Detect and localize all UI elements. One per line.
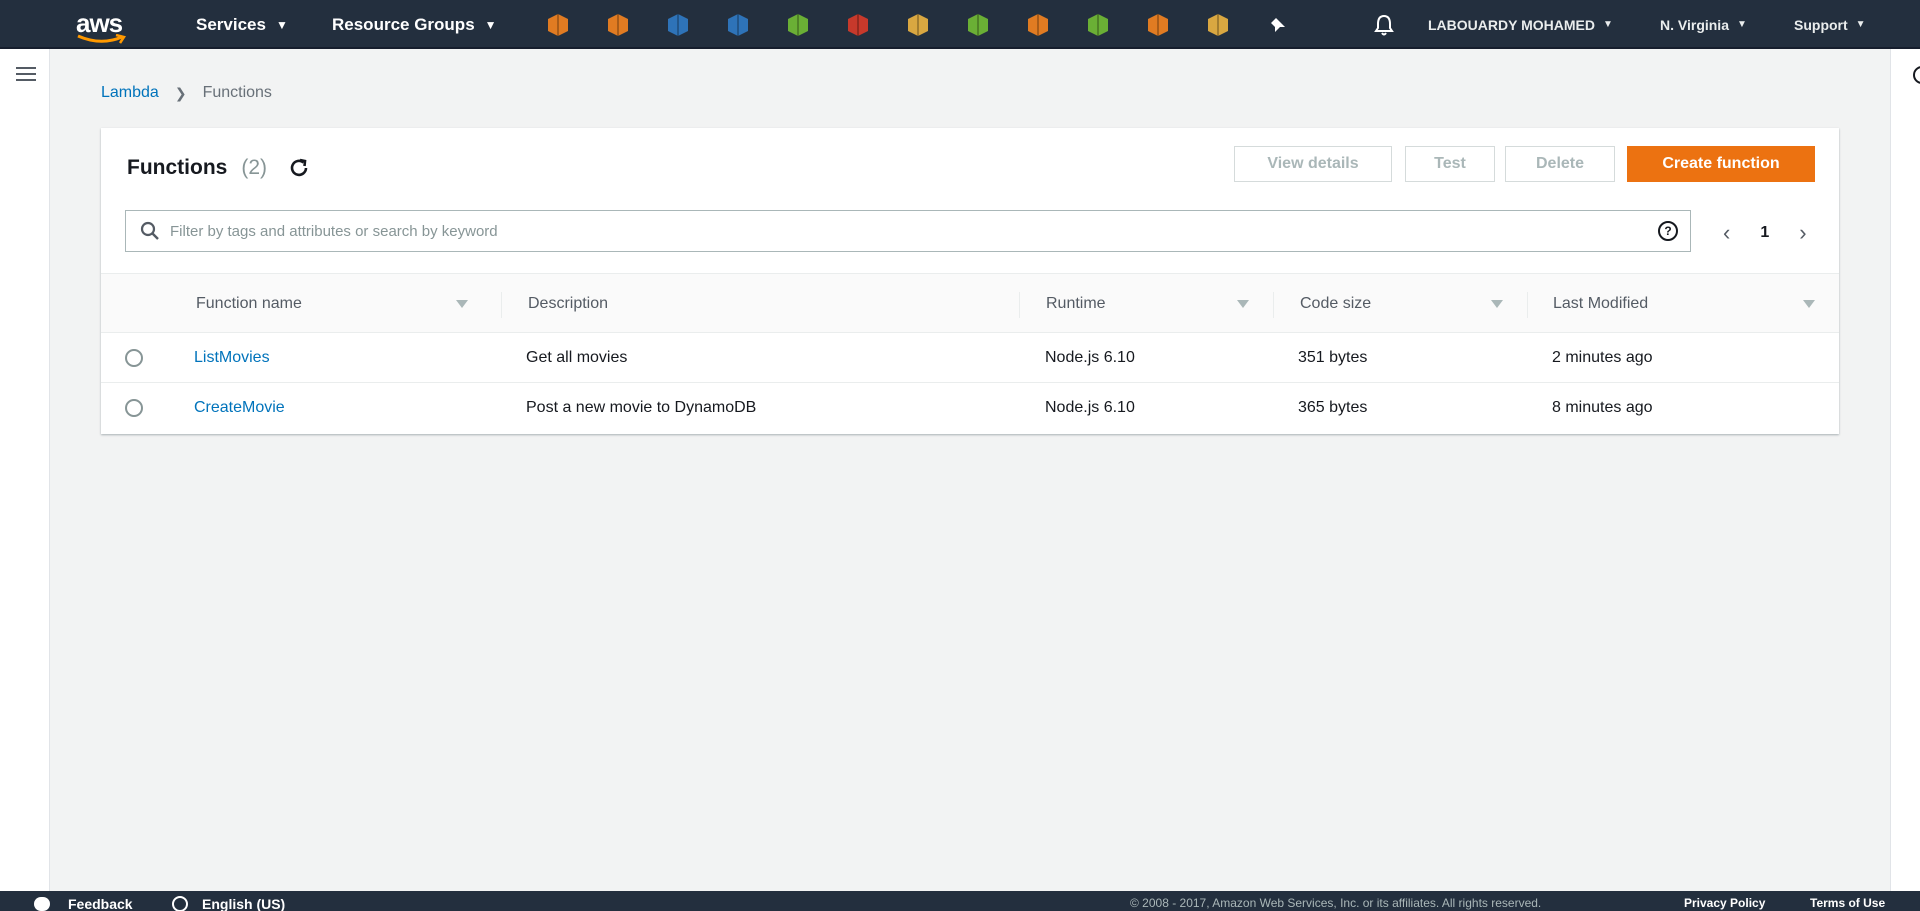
next-page-icon[interactable]: › <box>1799 220 1806 246</box>
resource-groups-menu[interactable]: Resource Groups ▼ <box>332 0 497 49</box>
column-label: Runtime <box>1046 295 1106 312</box>
account-menu[interactable]: LABOUARDY MOHAMED ▼ <box>1428 0 1613 49</box>
function-code-size: 351 bytes <box>1298 349 1368 366</box>
column-label: Description <box>528 295 609 312</box>
copyright-text: © 2008 - 2017, Amazon Web Services, Inc.… <box>1130 896 1542 910</box>
page-title: Functions <box>127 156 228 179</box>
column-header-runtime[interactable]: Runtime <box>1046 274 1106 334</box>
language-selector[interactable]: English (US) <box>172 896 285 911</box>
cloudfront-icon[interactable] <box>1025 12 1051 38</box>
column-label: Last Modified <box>1553 295 1649 312</box>
functions-panel: Functions (2) View details Test Delete C… <box>101 128 1839 434</box>
function-count: (2) <box>241 156 267 179</box>
iam-icon[interactable] <box>965 12 991 38</box>
info-icon[interactable]: i <box>1913 66 1920 84</box>
bell-icon <box>1374 14 1394 35</box>
breadcrumb-lambda-link[interactable]: Lambda <box>101 84 159 102</box>
previous-page-icon[interactable]: ‹ <box>1723 220 1730 246</box>
view-details-button[interactable]: View details <box>1234 146 1392 182</box>
test-button[interactable]: Test <box>1405 146 1495 182</box>
pin-icon[interactable] <box>1265 12 1291 38</box>
caret-down-icon: ▼ <box>1736 19 1747 30</box>
cloudwatch-icon[interactable] <box>785 12 811 38</box>
sort-down-icon <box>1237 300 1249 308</box>
sqs-icon[interactable] <box>905 12 931 38</box>
function-name-link[interactable]: ListMovies <box>194 349 270 367</box>
column-header-function-name[interactable]: Function name <box>196 274 302 334</box>
region-menu[interactable]: N. Virginia ▼ <box>1660 0 1747 49</box>
lambda-icon[interactable] <box>605 12 631 38</box>
ec2-icon[interactable] <box>545 12 571 38</box>
column-label: Code size <box>1300 295 1372 312</box>
delete-button[interactable]: Delete <box>1505 146 1615 182</box>
help-panel-rail: i <box>1890 49 1920 891</box>
region-label: N. Virginia <box>1660 16 1729 33</box>
functions-table: Function name Description Runtime Code s… <box>101 273 1839 433</box>
function-name-link[interactable]: CreateMovie <box>194 399 285 417</box>
sort-down-icon <box>1803 300 1815 308</box>
top-navigation: aws Services ▼ Resource Groups ▼ LABOUAR… <box>0 0 1920 49</box>
help-icon[interactable]: ? <box>1658 221 1678 241</box>
services-menu[interactable]: Services ▼ <box>196 0 288 49</box>
row-select-radio[interactable] <box>125 399 143 417</box>
feedback-label: Feedback <box>68 896 133 911</box>
feedback-icon <box>34 897 50 911</box>
pagination: ‹ 1 › <box>1723 220 1807 246</box>
feedback-link[interactable]: Feedback <box>34 896 133 911</box>
s3-icon[interactable] <box>665 12 691 38</box>
column-header-code-size[interactable]: Code size <box>1300 274 1371 334</box>
chevron-right-icon: ❯ <box>174 84 187 101</box>
support-menu[interactable]: Support ▼ <box>1794 0 1866 49</box>
search-icon <box>140 221 159 240</box>
chevron-down-icon: ▼ <box>484 17 497 32</box>
column-header-description[interactable]: Description <box>528 274 608 334</box>
dynamodb-icon[interactable] <box>725 12 751 38</box>
refresh-icon[interactable] <box>287 156 311 180</box>
privacy-policy-link[interactable]: Privacy Policy <box>1684 896 1765 910</box>
current-page[interactable]: 1 <box>1760 224 1769 242</box>
function-last-modified: 2 minutes ago <box>1552 349 1653 366</box>
support-label: Support <box>1794 16 1848 33</box>
service-shortcuts <box>545 12 1325 38</box>
search-input[interactable] <box>170 222 1620 240</box>
side-navigation-rail <box>0 49 50 891</box>
function-runtime: Node.js 6.10 <box>1045 349 1135 366</box>
panel-header: Functions (2) <box>127 156 311 180</box>
services-label: Services <box>196 14 266 34</box>
function-last-modified: 8 minutes ago <box>1552 399 1653 416</box>
language-label: English (US) <box>202 896 286 911</box>
menu-icon[interactable] <box>16 67 36 83</box>
sns-icon[interactable] <box>1205 12 1231 38</box>
row-select-radio[interactable] <box>125 349 143 367</box>
column-header-last-modified[interactable]: Last Modified <box>1553 274 1648 334</box>
aws-logo[interactable]: aws <box>72 6 132 44</box>
table-row[interactable]: ListMovies Get all movies Node.js 6.10 3… <box>101 333 1839 383</box>
function-runtime: Node.js 6.10 <box>1045 399 1135 416</box>
sort-down-icon <box>1491 300 1503 308</box>
sort-down-icon <box>456 300 468 308</box>
terms-of-use-link[interactable]: Terms of Use <box>1810 896 1885 910</box>
account-label: LABOUARDY MOHAMED <box>1428 16 1595 33</box>
chevron-down-icon: ▼ <box>275 17 288 32</box>
search-box: ? <box>125 210 1691 252</box>
footer: Feedback English (US) © 2008 - 2017, Ama… <box>0 891 1920 911</box>
resource-groups-label: Resource Groups <box>332 14 475 34</box>
caret-down-icon: ▼ <box>1602 19 1613 30</box>
caret-down-icon: ▼ <box>1855 19 1866 30</box>
function-code-size: 365 bytes <box>1298 399 1368 416</box>
globe-icon <box>172 896 188 911</box>
api-gateway-icon[interactable] <box>845 12 871 38</box>
table-header: Function name Description Runtime Code s… <box>101 273 1839 333</box>
function-description: Get all movies <box>526 349 628 366</box>
table-row[interactable]: CreateMovie Post a new movie to DynamoDB… <box>101 383 1839 433</box>
breadcrumb: Lambda ❯ Functions <box>101 84 272 102</box>
column-label: Function name <box>196 295 302 312</box>
create-function-button[interactable]: Create function <box>1627 146 1815 182</box>
notifications-bell[interactable] <box>1374 0 1394 49</box>
function-description: Post a new movie to DynamoDB <box>526 399 757 416</box>
elastic-beanstalk-icon[interactable] <box>1085 12 1111 38</box>
breadcrumb-current: Functions <box>202 84 272 101</box>
ecs-icon[interactable] <box>1145 12 1171 38</box>
